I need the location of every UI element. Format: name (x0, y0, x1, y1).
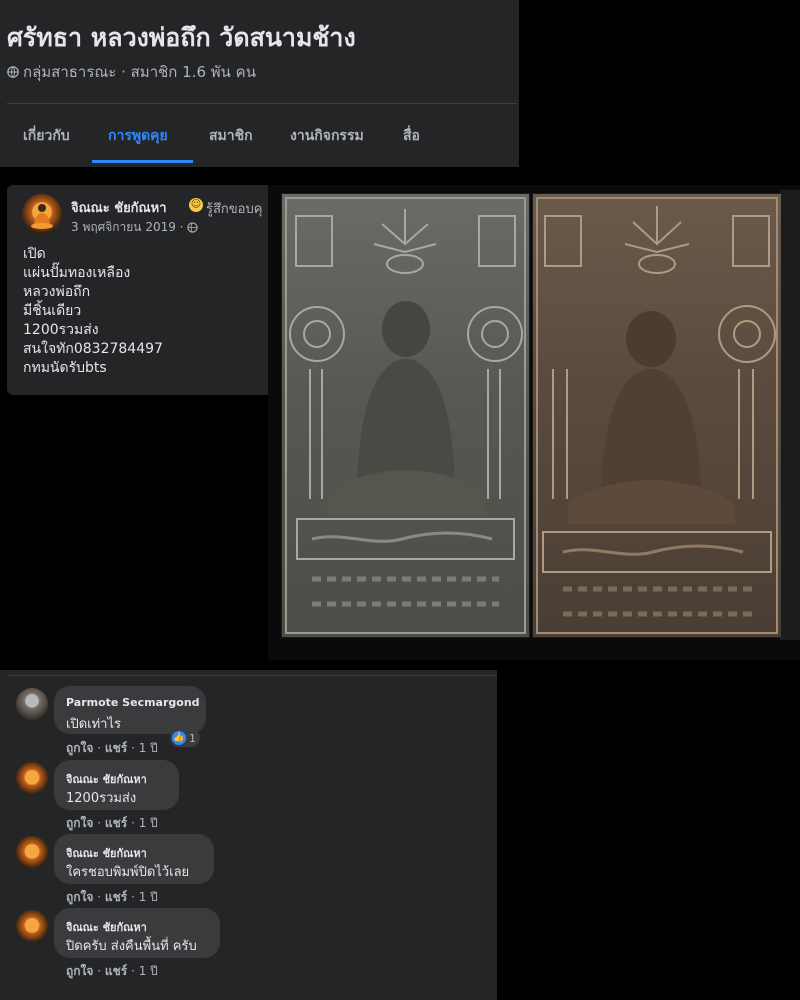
post-line: แผ่นปั๊มทองเหลือง (23, 265, 131, 281)
post-author-avatar[interactable] (22, 194, 62, 234)
comment-author[interactable]: จิณณะ ชัยกัณหา (66, 844, 147, 862)
smile-emoji-icon: ☺ (189, 198, 203, 212)
tab-members[interactable]: สมาชิก (209, 125, 253, 147)
share-link[interactable]: แชร์ (105, 816, 127, 830)
active-tab-indicator (92, 160, 193, 163)
comment-text: ปิดครับ ส่งคืนพื้นที่ ครับ (66, 939, 197, 954)
separator: · (131, 816, 135, 830)
post-line: หลวงพ่อถึก (23, 284, 91, 300)
comment-time[interactable]: 1 ปี (139, 741, 158, 755)
globe-icon (7, 66, 19, 78)
like-link[interactable]: ถูกใจ (66, 816, 93, 830)
group-meta-text: กลุ่มสาธารณะ · สมาชิก 1.6 พัน คน (23, 63, 256, 81)
separator: · (97, 964, 102, 978)
tab-about[interactable]: เกี่ยวกับ (23, 125, 70, 147)
like-link[interactable]: ถูกใจ (66, 964, 93, 978)
separator: · (97, 890, 102, 904)
comment-text: ใครชอบพิมพ์ปิดไว้เลย (66, 865, 190, 880)
separator: · (131, 890, 135, 904)
thumbs-up-icon: 👍 (172, 731, 186, 745)
reaction-count: 1 (189, 731, 196, 745)
comment-actions: ถูกใจ · แชร์ · 1 ปี (66, 739, 158, 758)
group-meta: กลุ่มสาธารณะ · สมาชิก 1.6 พัน คน (7, 60, 256, 84)
buddha-figure-icon (31, 204, 53, 229)
like-link[interactable]: ถูกใจ (66, 741, 93, 755)
comment-time[interactable]: 1 ปี (139, 890, 158, 904)
comment-text: 1200รวมส่ง (66, 791, 137, 806)
group-title[interactable]: ศรัทธา หลวงพ่อถึก วัดสนามช้าง (7, 18, 356, 58)
separator: · (97, 816, 102, 830)
commenter-avatar[interactable] (16, 762, 48, 794)
comment-actions: ถูกใจ · แชร์ · 1 ปี (66, 888, 158, 907)
post-line: 1200รวมส่ง (23, 322, 99, 338)
separator: · (131, 964, 135, 978)
header-divider (7, 103, 517, 104)
comment-time[interactable]: 1 ปี (139, 964, 158, 978)
public-globe-icon (186, 222, 198, 233)
reaction-badge[interactable]: 👍 1 (170, 729, 200, 747)
comments-divider (7, 675, 497, 676)
amulet-relief-left (285, 197, 526, 634)
comment-author[interactable]: Parmote Secmargond (66, 696, 200, 709)
tab-media[interactable]: สื่อ (403, 125, 420, 147)
comment-actions: ถูกใจ · แชร์ · 1 ปี (66, 814, 158, 833)
comment-author[interactable]: จิณณะ ชัยกัณหา (66, 770, 147, 788)
photo-right-strip (780, 190, 800, 640)
comment-author[interactable]: จิณณะ ชัยกัณหา (66, 918, 147, 936)
tab-discussion[interactable]: การพูดคุย (108, 125, 168, 147)
commenter-avatar[interactable] (16, 688, 48, 720)
comment-time[interactable]: 1 ปี (139, 816, 158, 830)
post-body: เปิด แผ่นปั๊มทองเหลือง หลวงพ่อถึก มีชิ้น… (23, 245, 163, 378)
post-line: สนใจทัก0832784497 (23, 341, 163, 357)
post-author-name[interactable]: จิณณะ ชัยกัณหา (71, 197, 167, 218)
post-line: กทมนัดรับbts (23, 360, 107, 376)
comment-actions: ถูกใจ · แชร์ · 1 ปี (66, 962, 158, 981)
share-link[interactable]: แชร์ (105, 890, 127, 904)
post-line: เปิด (23, 246, 46, 262)
post-line: มีชิ้นเดียว (23, 303, 82, 319)
commenter-avatar[interactable] (16, 910, 48, 942)
amulet-photo-left[interactable] (281, 193, 530, 638)
amulet-relief-right (536, 197, 778, 634)
separator: · (97, 741, 102, 755)
like-link[interactable]: ถูกใจ (66, 890, 93, 904)
feeling-text: รู้สึกขอบคุ (206, 202, 263, 217)
amulet-photo-right[interactable] (532, 193, 782, 638)
post-timestamp[interactable]: 3 พฤศจิกายน 2019 · (71, 218, 198, 237)
share-link[interactable]: แชร์ (105, 741, 127, 755)
comment-text: เปิดเท่าไร (66, 717, 121, 732)
separator: · (131, 741, 135, 755)
commenter-avatar[interactable] (16, 836, 48, 868)
tab-events[interactable]: งานกิจกรรม (290, 125, 364, 147)
share-link[interactable]: แชร์ (105, 964, 127, 978)
post-date-text: 3 พฤศจิกายน 2019 · (71, 220, 184, 234)
